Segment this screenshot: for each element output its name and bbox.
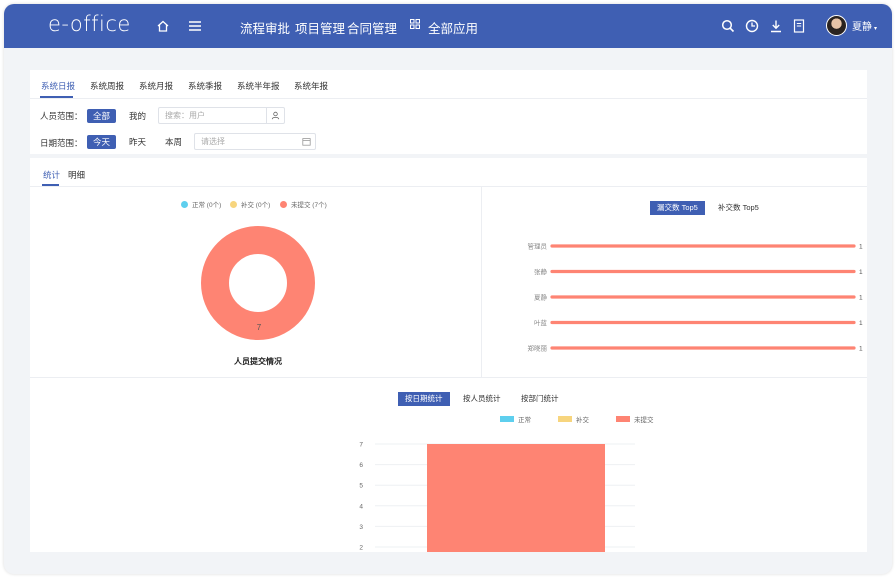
nav-projects[interactable]: 项目管理 [295, 18, 345, 37]
tab-halfyear-report[interactable]: 系统半年报 [237, 80, 280, 92]
view-tab-divider [30, 186, 867, 187]
legend-normal-label: 正常 (0个) [192, 202, 222, 209]
date-range-label: 日期范围： [40, 138, 83, 148]
y-tick-label: 5 [359, 483, 363, 490]
tab-details[interactable]: 明细 [68, 169, 85, 181]
y-tick-label: 7 [359, 442, 363, 449]
top5-name-label: 叶蓝 [534, 318, 548, 327]
donut-chart-title: 人员提交情况 [234, 357, 282, 366]
donut-chart: 7 [201, 226, 315, 340]
top5-bar-chart: 管理员 1 张静 1 夏静 1 叶蓝 1 郑晓丽 1 [528, 242, 864, 353]
date-yesterday-button[interactable]: 昨天 [123, 135, 152, 149]
statistics-panel: 统计 明细 正常 (0个) 补交 (0个) 未提交 (7个) 7 人员提交情况 … [30, 158, 867, 552]
menu-icon[interactable] [185, 16, 205, 36]
legend-late-swatch [230, 200, 237, 208]
top5-value-label: 1 [859, 320, 863, 327]
report-filter-panel: 系统日报 系统周报 系统月报 系统季报 系统半年报 系统年报 人员范围： 全部 … [30, 70, 867, 154]
search-icon[interactable] [718, 16, 738, 36]
horizontal-divider [30, 377, 867, 378]
legend-missing-swatch [280, 200, 287, 208]
nav-all-apps[interactable]: 全部应用 [428, 18, 478, 37]
user-name[interactable]: 夏静 ▾ [852, 18, 877, 33]
y-tick-label: 4 [359, 503, 363, 510]
top5-name-label: 夏静 [534, 293, 548, 302]
nav-contracts[interactable]: 合同管理 [347, 18, 397, 37]
date-today-button[interactable]: 今天 [87, 135, 117, 149]
tab-by-department[interactable]: 按部门统计 [514, 392, 566, 406]
donut-value-label: 7 [257, 323, 262, 332]
top5-value-label: 1 [859, 295, 863, 302]
donut-slice-missing[interactable] [201, 226, 315, 340]
bar-legend-missing[interactable]: 未提交 [616, 414, 654, 424]
legend-late-label: 补交 (0个) [241, 202, 271, 209]
bar-legend-late[interactable]: 补交 [558, 414, 589, 424]
legend-normal[interactable]: 正常 (0个) [181, 199, 221, 209]
person-all-button[interactable]: 全部 [87, 109, 117, 123]
tab-daily-report[interactable]: 系统日报 [41, 80, 75, 92]
tab-late-top5[interactable]: 补交数 Top5 [711, 201, 766, 215]
top-bar: e-office 流程审批 项目管理 合同管理 全部应用 夏静 ▾ [4, 4, 892, 48]
bar-legend-normal-swatch [500, 416, 514, 422]
tab-monthly-report[interactable]: 系统月报 [139, 80, 173, 92]
bar-legend-missing-label: 未提交 [634, 417, 654, 424]
legend-normal-swatch [181, 200, 188, 208]
bar-legend-missing-swatch [616, 416, 630, 422]
person-mine-button[interactable]: 我的 [123, 109, 152, 123]
date-picker-placeholder: 请选择 [201, 137, 225, 146]
bar-legend-late-label: 补交 [576, 417, 589, 424]
person-search-input[interactable]: 搜索：用户 [158, 107, 285, 124]
legend-missing-label: 未提交 (7个) [291, 202, 327, 209]
user-icon[interactable] [266, 108, 284, 123]
document-icon[interactable] [789, 16, 809, 36]
y-tick-label: 3 [359, 524, 363, 531]
person-range-label: 人员范围： [40, 111, 83, 121]
grid-icon[interactable] [408, 17, 422, 31]
bar-legend-normal-label: 正常 [518, 417, 531, 424]
user-avatar[interactable] [826, 15, 847, 36]
download-icon[interactable] [766, 16, 786, 36]
top5-name-label: 张静 [534, 267, 548, 276]
legend-late[interactable]: 补交 (0个) [230, 199, 270, 209]
legend-missing[interactable]: 未提交 (7个) [280, 199, 327, 209]
app-window: e-office 流程审批 项目管理 合同管理 全部应用 夏静 ▾ 系统日报 系… [4, 4, 892, 574]
y-tick-label: 6 [359, 462, 363, 469]
date-thisweek-button[interactable]: 本周 [159, 135, 188, 149]
tab-missing-top5[interactable]: 漏交数 Top5 [650, 201, 705, 215]
top5-value-label: 1 [859, 346, 863, 353]
nav-workflow[interactable]: 流程审批 [240, 18, 290, 37]
bar-legend-normal[interactable]: 正常 [500, 414, 531, 424]
top5-value-label: 1 [859, 244, 863, 251]
bar-missing[interactable] [427, 444, 605, 552]
tab-by-date[interactable]: 按日期统计 [398, 392, 450, 406]
home-icon[interactable] [153, 16, 173, 36]
date-bar-chart: 2 3 4 5 6 7 [359, 442, 635, 552]
tab-quarterly-report[interactable]: 系统季报 [188, 80, 222, 92]
calendar-icon[interactable] [297, 134, 315, 149]
top5-name-label: 郑晓丽 [528, 344, 548, 353]
clock-icon[interactable] [742, 16, 762, 36]
tab-yearly-report[interactable]: 系统年报 [294, 80, 328, 92]
top5-name-label: 管理员 [528, 242, 548, 251]
top5-value-label: 1 [859, 269, 863, 276]
chevron-down-icon: ▾ [874, 26, 878, 32]
tab-divider [30, 98, 867, 99]
date-picker-input[interactable]: 请选择 [194, 133, 316, 150]
app-logo[interactable]: e-office [48, 12, 131, 36]
bar-legend-late-swatch [558, 416, 572, 422]
tab-statistics[interactable]: 统计 [43, 169, 60, 181]
tab-weekly-report[interactable]: 系统周报 [90, 80, 124, 92]
person-search-placeholder: 搜索：用户 [165, 111, 205, 120]
tab-by-person[interactable]: 按人员统计 [456, 392, 508, 406]
y-tick-label: 2 [359, 545, 363, 552]
